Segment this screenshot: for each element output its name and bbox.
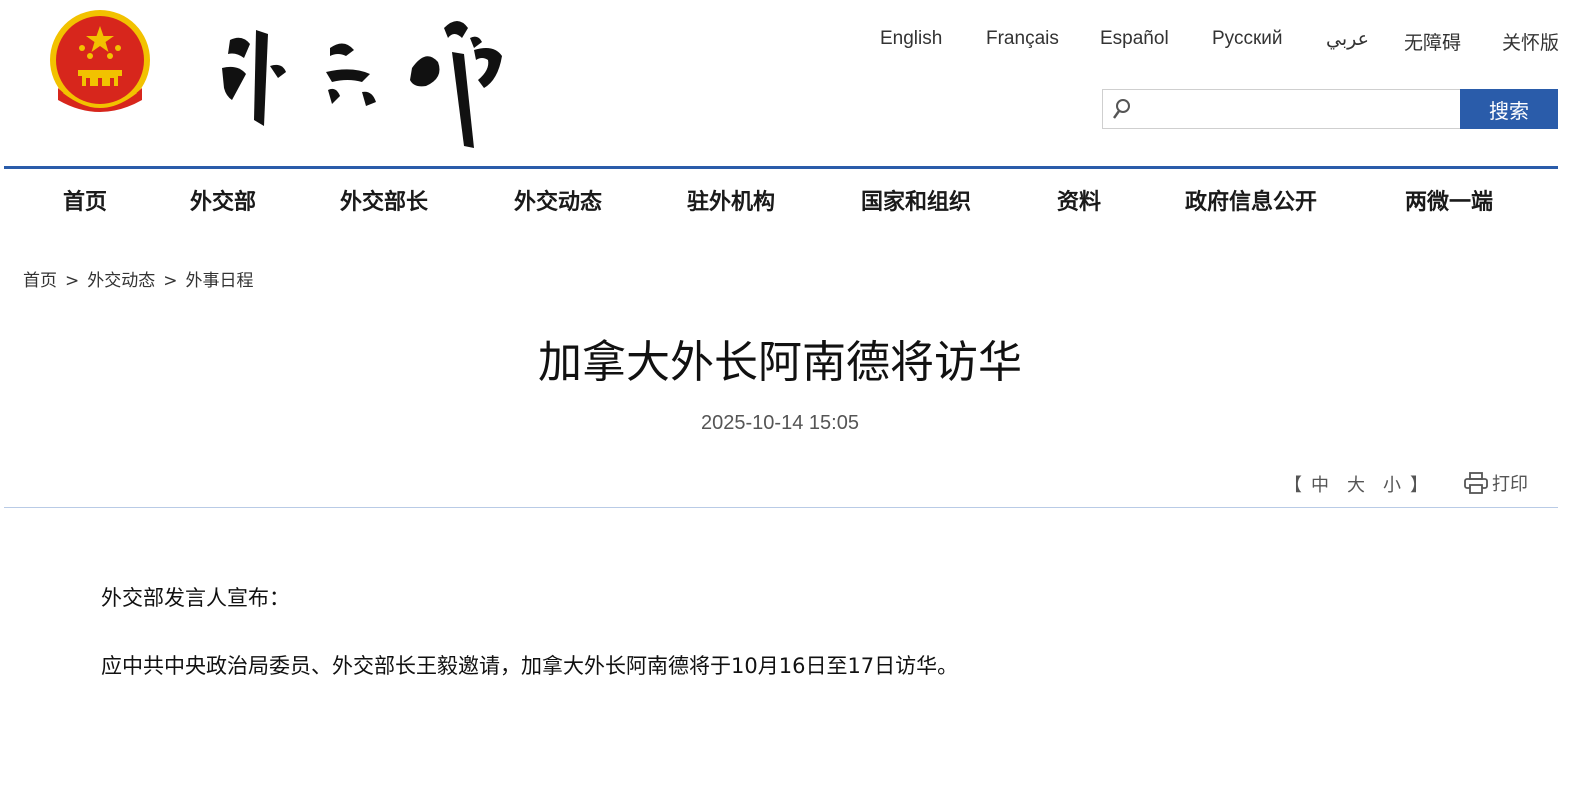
nav-item-countries-organizations[interactable]: 国家和组织 — [861, 184, 971, 216]
font-size-medium-button[interactable]: 中 — [1311, 471, 1329, 497]
main-nav: 首页 外交部 外交部长 外交动态 驻外机构 国家和组织 资料 政府信息公开 两微… — [0, 184, 1576, 224]
font-size-controls: 【中大小】 — [1284, 471, 1428, 497]
breadcrumb-schedule[interactable]: 外事日程 — [186, 271, 254, 291]
nav-item-minister[interactable]: 外交部长 — [340, 184, 428, 216]
article-paragraph: 应中共中央政治局委员、外交部长王毅邀请，加拿大外长阿南德将于10月16日至17日… — [101, 654, 959, 678]
lang-arabic-link[interactable]: عربي — [1326, 28, 1369, 51]
lang-russian-link[interactable]: Русский — [1212, 28, 1283, 50]
print-label: 打印 — [1492, 474, 1528, 495]
language-switcher: English Français Español Русский عربي 无障… — [860, 28, 1560, 54]
article-title: 加拿大外长阿南德将访华 — [538, 337, 1022, 388]
search-input[interactable] — [1137, 92, 1457, 126]
article-body: 外交部发言人宣布： 应中共中央政治局委员、外交部长王毅邀请，加拿大外长阿南德将于… — [101, 581, 1481, 717]
breadcrumb-home[interactable]: 首页 — [23, 271, 57, 291]
breadcrumb-diplomatic-news[interactable]: 外交动态 — [87, 271, 155, 291]
font-size-large-button[interactable]: 大 — [1347, 471, 1365, 497]
nav-item-ministry[interactable]: 外交部 — [190, 184, 256, 216]
search-box: 搜索 — [1102, 89, 1558, 129]
lang-english-link[interactable]: English — [880, 28, 942, 50]
print-button[interactable]: 打印 — [1464, 470, 1528, 496]
nav-item-missions-abroad[interactable]: 驻外机构 — [687, 184, 775, 216]
breadcrumb: 首页 > 外交动态 > 外事日程 — [23, 266, 254, 291]
font-size-small-button[interactable]: 小 — [1383, 471, 1401, 497]
lang-spanish-link[interactable]: Español — [1100, 28, 1169, 50]
nav-item-diplomatic-news[interactable]: 外交动态 — [514, 184, 602, 216]
search-icon — [1111, 96, 1133, 122]
nav-item-government-info[interactable]: 政府信息公开 — [1185, 184, 1317, 216]
header-divider — [4, 166, 1558, 169]
nav-item-resources[interactable]: 资料 — [1057, 184, 1101, 216]
article-date: 2025-10-14 15:05 — [701, 412, 859, 434]
nav-item-social-media[interactable]: 两微一端 — [1405, 184, 1493, 216]
care-version-link[interactable]: 关怀版 — [1502, 28, 1559, 55]
nav-item-home[interactable]: 首页 — [63, 184, 107, 216]
national-emblem-icon[interactable] — [44, 8, 156, 120]
bracket-open: 【 — [1284, 475, 1302, 496]
ministry-calligraphy-logo[interactable] — [212, 8, 510, 156]
accessibility-link[interactable]: 无障碍 — [1404, 28, 1461, 55]
search-button[interactable]: 搜索 — [1460, 89, 1558, 129]
breadcrumb-separator: > — [65, 271, 80, 291]
printer-icon — [1464, 472, 1488, 494]
bracket-close: 】 — [1410, 475, 1428, 496]
lang-french-link[interactable]: Français — [986, 28, 1059, 50]
breadcrumb-separator: > — [163, 271, 178, 291]
article-divider — [4, 507, 1558, 508]
article-paragraph: 外交部发言人宣布： — [101, 586, 290, 610]
